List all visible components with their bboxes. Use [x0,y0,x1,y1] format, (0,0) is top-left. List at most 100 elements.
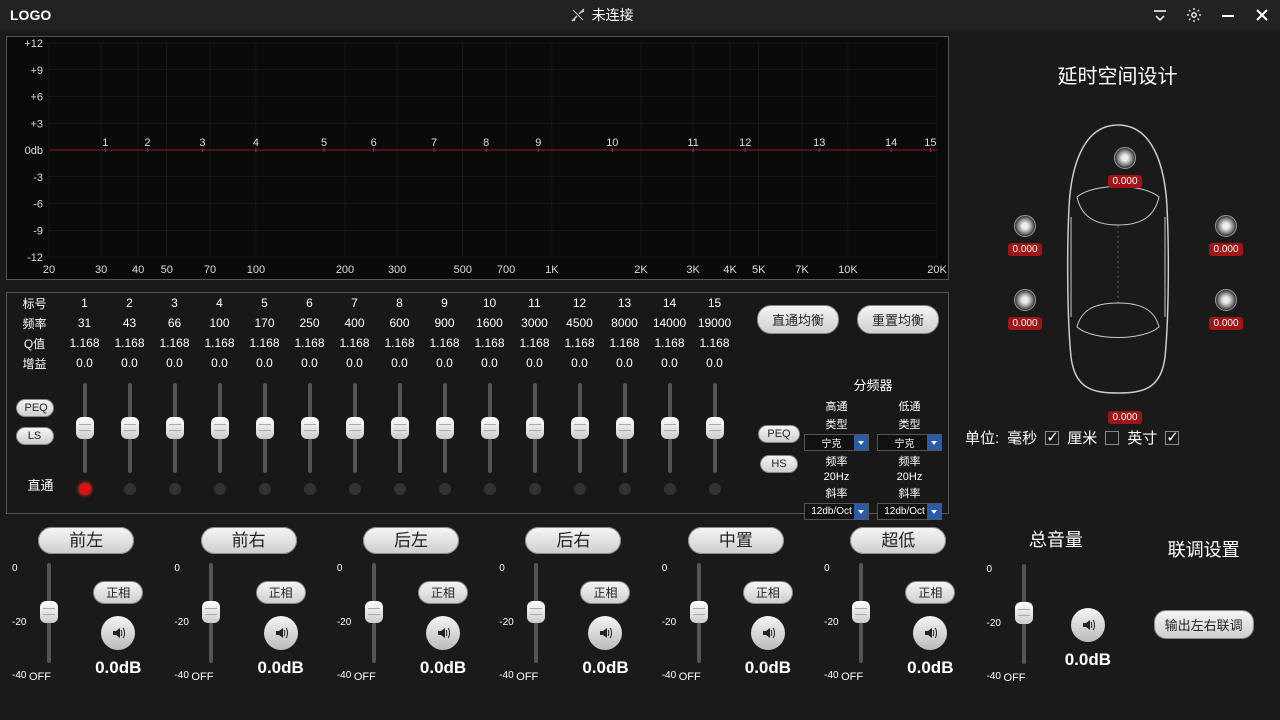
svg-text:70: 70 [204,264,216,276]
svg-text:100: 100 [247,264,265,276]
minimize-icon[interactable] [1220,7,1236,23]
unit-ms-check[interactable] [1045,431,1059,445]
unit-in-check[interactable] [1165,431,1179,445]
mute-button[interactable] [101,616,135,650]
speaker-fl[interactable]: 0.000 [1000,215,1050,256]
channel-button[interactable]: 前左 [38,527,134,554]
speaker-sub[interactable]: 0.000 [1100,383,1150,424]
eq-led[interactable] [439,483,451,495]
speaker-rl[interactable]: 0.000 [1000,289,1050,330]
mute-button[interactable] [913,616,947,650]
eq-slider[interactable] [152,379,197,513]
svg-text:40: 40 [132,264,144,276]
eq-led[interactable] [214,483,226,495]
eq-slider[interactable] [287,379,332,513]
xo-hs-button[interactable]: HS [760,455,797,473]
eq-led[interactable] [79,483,91,495]
eq-led[interactable] [484,483,496,495]
hp-slope-select[interactable]: 12db/Oct [804,503,869,520]
eq-graph[interactable]: +12+9+6+30db-3-6-9-122030405070100200300… [6,36,949,280]
eq-slider[interactable] [512,379,557,513]
eq-led[interactable] [664,483,676,495]
eq-led[interactable] [709,483,721,495]
bypass-eq-button[interactable]: 直通均衡 [757,305,839,334]
eq-led[interactable] [169,483,181,495]
eq-slider[interactable] [602,379,647,513]
unit-in[interactable]: 英寸 [1127,427,1157,448]
speaker-rr[interactable]: 0.000 [1201,289,1251,330]
gear-icon[interactable] [1186,7,1202,23]
eq-slider[interactable] [647,379,692,513]
eq-led[interactable] [304,483,316,495]
eq-col: 1311.1680.0 [62,293,107,373]
eq-slider[interactable] [422,379,467,513]
channel-button[interactable]: 后右 [525,527,621,554]
close-icon[interactable] [1254,7,1270,23]
bypass-label: 直通 [15,475,53,494]
svg-text:9: 9 [535,137,541,149]
eq-slider[interactable] [62,379,107,513]
svg-text:50: 50 [161,264,173,276]
channel: 超低0-20-40OFF正相0.0dB [820,524,976,714]
dropdown-icon[interactable] [1152,7,1168,23]
connect-status: 未连接 [592,5,634,25]
eq-col: 14140001.1680.0 [647,293,692,373]
eq-led[interactable] [349,483,361,495]
mute-button[interactable] [426,616,460,650]
gain-value: 0.0dB [420,658,466,678]
eq-led[interactable] [394,483,406,495]
phase-button[interactable]: 正相 [256,581,306,604]
phase-button[interactable]: 正相 [905,581,955,604]
eq-slider[interactable] [692,379,737,513]
lp-slope-select[interactable]: 12db/Oct [877,503,942,520]
phase-button[interactable]: 正相 [743,581,793,604]
channel-button[interactable]: 前右 [201,527,297,554]
phase-button[interactable]: 正相 [93,581,143,604]
mute-button[interactable] [264,616,298,650]
svg-text:500: 500 [454,264,472,276]
unit-ms[interactable]: 毫秒 [1007,427,1037,448]
unit-cm[interactable]: 厘米 [1067,427,1097,448]
eq-slider[interactable] [467,379,512,513]
eq-slider[interactable] [377,379,422,513]
master-mute-button[interactable] [1071,608,1105,642]
eq-slider[interactable] [242,379,287,513]
eq-slider[interactable] [197,379,242,513]
channel-button[interactable]: 后左 [363,527,459,554]
eq-led[interactable] [529,483,541,495]
eq-led[interactable] [574,483,586,495]
eq-led[interactable] [259,483,271,495]
phase-button[interactable]: 正相 [418,581,468,604]
speaker-fr[interactable]: 0.000 [1201,215,1251,256]
unit-cm-check[interactable] [1105,431,1119,445]
reset-eq-button[interactable]: 重置均衡 [857,305,939,334]
svg-text:10K: 10K [838,264,858,276]
gain-value: 0.0dB [257,658,303,678]
peq-button[interactable]: PEQ [16,399,54,417]
gain-value: 0.0dB [582,658,628,678]
off-label: OFF [516,671,538,683]
channel-button[interactable]: 超低 [850,527,946,554]
eq-col: 15190001.1680.0 [692,293,737,373]
phase-button[interactable]: 正相 [580,581,630,604]
mute-button[interactable] [751,616,785,650]
speaker-center[interactable]: 0.000 [1100,147,1150,188]
svg-text:2: 2 [144,137,150,149]
svg-text:300: 300 [388,264,406,276]
link-title: 联调设置 [1168,536,1240,562]
hp-type-select[interactable]: 宁克 [804,434,869,451]
lp-type-select[interactable]: 宁克 [877,434,942,451]
eq-slider[interactable] [557,379,602,513]
ls-button[interactable]: LS [16,427,54,445]
hp-label: 高通 [804,398,869,414]
eq-led[interactable] [124,483,136,495]
channel-button[interactable]: 中置 [688,527,784,554]
mute-button[interactable] [588,616,622,650]
xo-peq-button[interactable]: PEQ [758,425,799,443]
eq-slider[interactable] [107,379,152,513]
row-label: 频率 [22,315,46,332]
eq-col: 3661.1680.0 [152,293,197,373]
eq-slider[interactable] [332,379,377,513]
link-button[interactable]: 输出左右联调 [1154,610,1254,639]
eq-led[interactable] [619,483,631,495]
